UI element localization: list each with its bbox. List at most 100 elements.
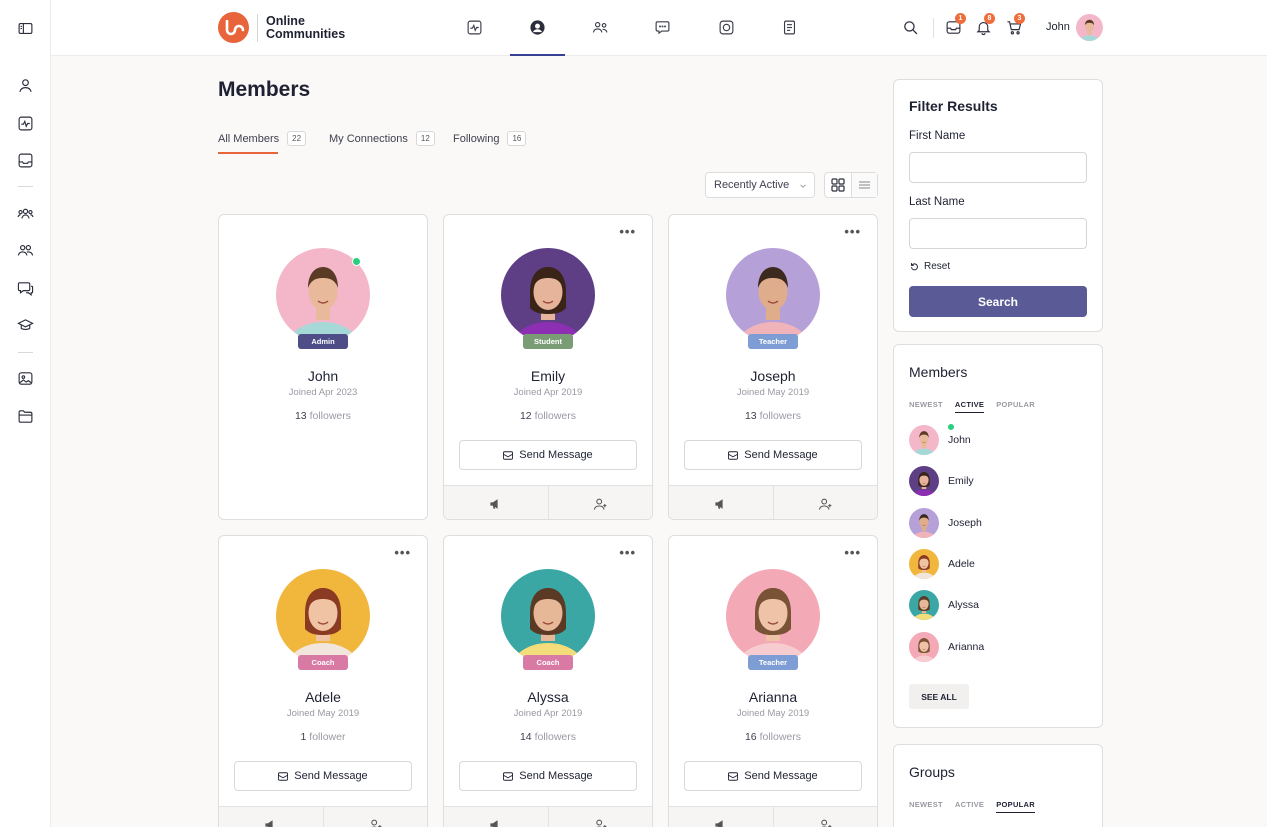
member-followers: 12 followers	[444, 410, 652, 422]
widget-member-item[interactable]: John	[909, 423, 971, 455]
widget-member-item[interactable]: Adele	[909, 548, 975, 579]
widget-member-avatar[interactable]	[909, 631, 939, 662]
more-options-icon[interactable]: •••	[619, 546, 636, 559]
tab-popular[interactable]: POPULAR	[996, 800, 1035, 813]
widget-member-avatar[interactable]	[909, 466, 939, 497]
nav-forums-icon[interactable]	[654, 19, 671, 36]
member-avatar[interactable]	[501, 569, 595, 663]
nav-photos-icon[interactable]	[718, 19, 735, 36]
connect-button[interactable]	[322, 807, 428, 827]
widget-member-avatar[interactable]	[909, 507, 939, 538]
widget-member-avatar[interactable]	[909, 425, 939, 455]
header-user-name[interactable]: John	[1046, 21, 1070, 33]
member-name[interactable]: Adele	[219, 689, 427, 705]
send-message-label: Send Message	[744, 449, 818, 461]
connect-button[interactable]	[547, 486, 653, 519]
follow-button[interactable]	[219, 807, 323, 827]
member-name[interactable]: John	[219, 368, 427, 384]
widget-member-item[interactable]: Arianna	[909, 631, 984, 662]
member-avatar[interactable]	[276, 569, 370, 663]
grid-view-button[interactable]	[825, 173, 851, 197]
send-message-button[interactable]: Send Message	[684, 440, 862, 470]
activity-icon[interactable]	[17, 115, 34, 132]
widget-member-item[interactable]: Emily	[909, 466, 974, 497]
inbox-icon[interactable]	[17, 152, 34, 169]
member-name[interactable]: Arianna	[669, 689, 877, 705]
follow-button[interactable]	[669, 486, 773, 519]
brand-name[interactable]: Online Communities	[266, 15, 345, 40]
last-name-input[interactable]	[909, 218, 1087, 249]
reset-button[interactable]: Reset	[910, 261, 950, 272]
widget-member-name[interactable]: John	[948, 434, 971, 446]
courses-icon[interactable]	[17, 317, 34, 334]
photos-icon[interactable]	[17, 370, 34, 387]
search-button[interactable]: Search	[909, 286, 1087, 317]
widget-member-avatar[interactable]	[909, 590, 939, 621]
sort-select[interactable]: Recently Active	[705, 172, 815, 198]
more-options-icon[interactable]: •••	[619, 225, 636, 238]
send-message-button[interactable]: Send Message	[234, 761, 412, 791]
search-icon[interactable]	[902, 19, 919, 36]
more-options-icon[interactable]: •••	[844, 546, 861, 559]
send-message-button[interactable]: Send Message	[459, 761, 637, 791]
tab-popular[interactable]: POPULAR	[996, 400, 1035, 413]
connect-button[interactable]	[547, 807, 653, 827]
follow-button[interactable]	[669, 807, 773, 827]
send-message-button[interactable]: Send Message	[459, 440, 637, 470]
filter-title: Filter Results	[909, 98, 998, 114]
follow-button[interactable]	[444, 486, 548, 519]
tab-all-members[interactable]: All Members 22	[218, 131, 307, 146]
followers-count: 13	[744, 410, 757, 422]
groups-widget-title: Groups	[909, 764, 955, 780]
tab-newest[interactable]: NEWEST	[909, 800, 943, 813]
add-friend-icon	[594, 498, 607, 510]
tab-active[interactable]: ACTIVE	[955, 800, 984, 813]
tab-my-connections[interactable]: My Connections 12	[329, 131, 435, 146]
more-options-icon[interactable]: •••	[844, 225, 861, 238]
nav-members-icon[interactable]	[529, 19, 546, 36]
member-avatar[interactable]	[726, 248, 820, 342]
nav-activity-icon[interactable]	[466, 19, 483, 36]
first-name-input[interactable]	[909, 152, 1087, 183]
forums-icon[interactable]	[17, 280, 34, 297]
connect-button[interactable]	[772, 486, 878, 519]
sidebar-toggle-icon[interactable]	[17, 20, 34, 37]
tab-newest[interactable]: NEWEST	[909, 400, 943, 413]
tab-following[interactable]: Following 16	[453, 131, 527, 146]
send-message-button[interactable]: Send Message	[684, 761, 862, 791]
online-status-dot	[352, 257, 361, 266]
tab-label: My Connections	[329, 132, 408, 145]
filter-widget: Filter Results First Name Last Name Rese…	[893, 79, 1103, 332]
widget-member-avatar[interactable]	[909, 548, 939, 579]
nav-groups-icon[interactable]	[592, 19, 609, 36]
groups-icon[interactable]	[17, 242, 34, 259]
list-view-button[interactable]	[850, 173, 877, 197]
widget-member-item[interactable]: Joseph	[909, 507, 982, 538]
nav-documents-icon[interactable]	[781, 19, 798, 36]
widget-member-name[interactable]: Adele	[948, 558, 975, 570]
tab-active[interactable]: ACTIVE	[954, 400, 985, 413]
member-name[interactable]: Emily	[444, 368, 652, 384]
member-name[interactable]: Alyssa	[444, 689, 652, 705]
see-all-button[interactable]: SEE ALL	[909, 684, 969, 709]
widget-member-name[interactable]: Joseph	[948, 517, 982, 529]
widget-member-name[interactable]: Alyssa	[948, 599, 979, 611]
follow-button[interactable]	[444, 807, 548, 827]
profile-icon[interactable]	[17, 77, 34, 94]
more-options-icon[interactable]: •••	[394, 546, 411, 559]
widget-member-name[interactable]: Arianna	[948, 641, 984, 653]
member-joined: Joined May 2019	[736, 708, 810, 719]
followers-label: followers	[759, 410, 802, 422]
widget-member-item[interactable]: Alyssa	[909, 590, 979, 621]
header-avatar[interactable]	[1076, 14, 1103, 41]
member-avatar[interactable]	[501, 248, 595, 342]
member-avatar[interactable]	[726, 569, 820, 663]
envelope-icon	[728, 450, 739, 460]
member-name[interactable]: Joseph	[669, 368, 877, 384]
brand-logo-icon[interactable]	[218, 12, 249, 43]
member-card: ••• Coach Adele Joined May 2019 1 follow…	[218, 535, 428, 827]
folder-icon[interactable]	[17, 408, 34, 425]
connect-button[interactable]	[772, 807, 878, 827]
members-icon[interactable]	[17, 205, 34, 222]
widget-member-name[interactable]: Emily	[948, 475, 974, 487]
